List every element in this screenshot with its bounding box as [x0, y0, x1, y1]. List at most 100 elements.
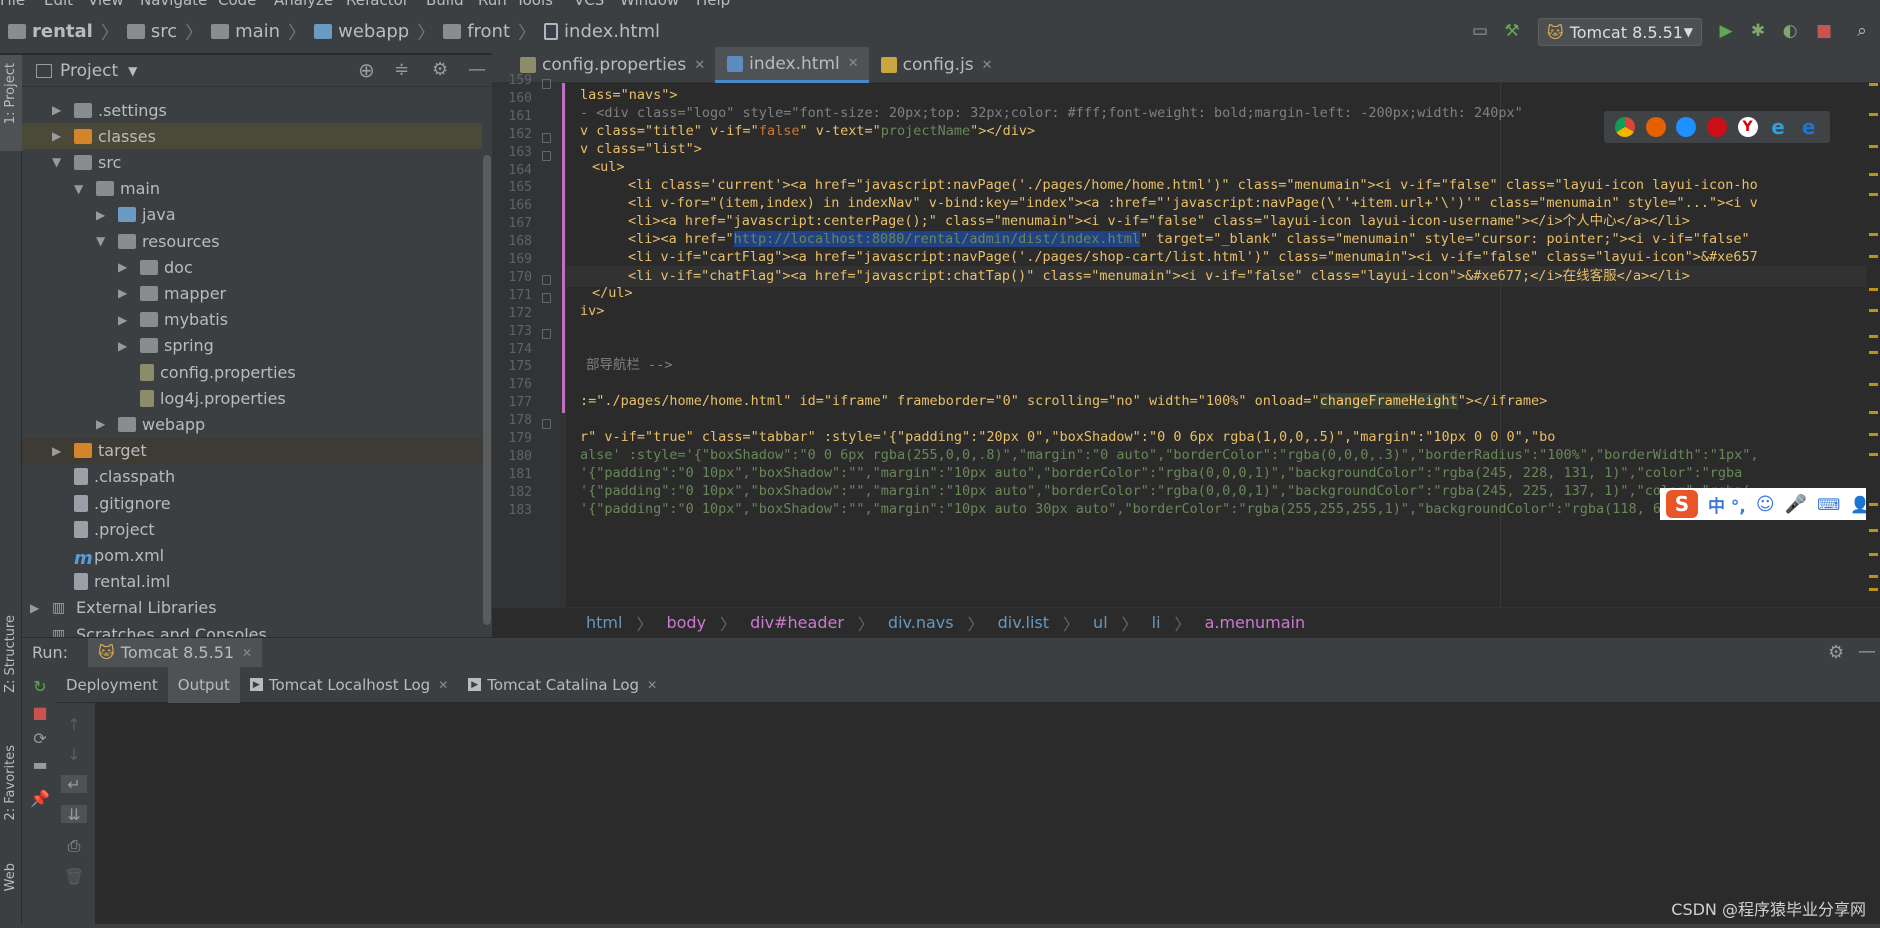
run-config-tab[interactable]: 🐱 Tomcat 8.5.51 ✕ [88, 637, 263, 668]
print-icon[interactable]: ⎙ [65, 836, 83, 855]
edge-icon[interactable]: e [1799, 115, 1819, 139]
warning-marker[interactable] [1869, 309, 1878, 312]
nav-crumb-webapp[interactable]: webapp [338, 21, 409, 42]
tree-item[interactable]: ▶ webapp [22, 411, 482, 437]
html-path-item[interactable]: a.menumain [1205, 613, 1306, 632]
code-editor[interactable]: lass="navs"> - <div class="logo" style="… [566, 83, 1880, 607]
close-icon[interactable]: ✕ [982, 58, 993, 73]
trash-icon[interactable]: 🗑 [64, 867, 84, 886]
warning-marker[interactable] [1869, 383, 1878, 386]
menu-item-run[interactable]: Run [478, 0, 507, 9]
menu-item-view[interactable]: View [88, 0, 124, 9]
scroll-to-end-icon[interactable]: ⇊ [61, 805, 87, 824]
warning-marker[interactable] [1869, 335, 1878, 338]
chevron-down-icon[interactable]: ▼ [128, 64, 137, 78]
search-icon[interactable]: ⌕ [1852, 21, 1872, 41]
warning-marker[interactable] [1869, 411, 1878, 414]
html-path-item[interactable]: li [1152, 613, 1161, 632]
html-path-item[interactable]: div.navs [888, 613, 954, 632]
nav-crumb-front[interactable]: front [467, 21, 510, 42]
rerun-icon[interactable]: ↻ [31, 677, 49, 696]
scrollbar-thumb[interactable] [483, 155, 491, 625]
menu-item-code[interactable]: Code [218, 0, 256, 9]
tree-item[interactable]: ▼ resources [22, 228, 482, 254]
yandex-icon[interactable]: Y [1737, 117, 1758, 137]
tab-output[interactable]: Output [167, 666, 240, 703]
fold-marker-icon[interactable] [542, 79, 551, 89]
tab-config-properties[interactable]: config.properties ✕ [508, 47, 715, 83]
fold-marker-icon[interactable] [542, 419, 551, 429]
warning-marker[interactable] [1869, 83, 1878, 86]
warning-marker[interactable] [1869, 113, 1878, 116]
firefox-icon[interactable] [1645, 117, 1666, 137]
chevron-right-icon[interactable]: ▶ [30, 601, 42, 615]
html-path-item[interactable]: div.list [998, 613, 1049, 632]
error-stripe[interactable] [1866, 83, 1880, 607]
build-hammer-icon[interactable]: ⚒ [1502, 21, 1522, 41]
tree-item[interactable]: ▶ classes [22, 123, 482, 150]
menu-item-build[interactable]: Build [426, 0, 464, 9]
tree-item[interactable]: .classpath [22, 464, 482, 490]
project-panel-title[interactable]: Project [60, 61, 118, 81]
warning-marker[interactable] [1869, 351, 1878, 354]
coverage-icon[interactable]: ◐ [1780, 21, 1800, 41]
chevron-right-icon[interactable]: ▶ [52, 129, 64, 143]
warning-marker[interactable] [1869, 433, 1878, 436]
tree-item[interactable]: ▶ spring [22, 333, 482, 359]
tree-item[interactable]: .gitignore [22, 490, 482, 516]
html-path-item[interactable]: body [666, 613, 706, 632]
tree-item[interactable]: ▶ .settings [22, 97, 482, 123]
warning-marker[interactable] [1869, 145, 1878, 148]
warning-marker[interactable] [1869, 453, 1878, 456]
warning-marker[interactable] [1869, 553, 1878, 556]
stop-icon[interactable]: ■ [31, 703, 49, 722]
close-icon[interactable]: ✕ [694, 58, 705, 73]
update-icon[interactable]: ⟳ [31, 729, 49, 748]
tree-item[interactable]: ▶ mapper [22, 280, 482, 306]
gear-icon[interactable]: ⚙ [432, 59, 448, 80]
microphone-icon[interactable]: 🎤 [1785, 494, 1807, 515]
menu-item-help[interactable]: Help [696, 0, 730, 9]
nav-crumb-file[interactable]: index.html [564, 21, 660, 42]
safari-icon[interactable] [1676, 117, 1697, 137]
nav-crumb-main[interactable]: main [235, 21, 280, 42]
html-path-item[interactable]: ul [1093, 613, 1108, 632]
gear-icon[interactable]: ⚙ [1828, 642, 1844, 663]
tree-item[interactable]: config.properties [22, 359, 482, 385]
warning-marker[interactable] [1869, 173, 1878, 176]
tab-index-html[interactable]: index.html ✕ [715, 47, 869, 83]
web-tool-label[interactable]: Web [3, 863, 18, 891]
ime-mode-label[interactable]: 中 °, [1708, 492, 1746, 517]
fold-marker-icon[interactable] [542, 133, 551, 143]
keyboard-icon[interactable]: ⌨ [1817, 495, 1840, 514]
pin-icon[interactable]: 📌 [30, 789, 50, 808]
collapse-all-icon[interactable]: ≑ [394, 59, 409, 80]
minimize-icon[interactable]: — [1858, 641, 1876, 662]
tree-item[interactable]: rental.iml [22, 569, 482, 595]
selected-url[interactable]: http://localhost:8080/rental/admin/dist/… [733, 231, 1141, 247]
close-icon[interactable]: ✕ [242, 646, 252, 660]
warning-marker[interactable] [1869, 588, 1878, 591]
favorites-tool-label[interactable]: 2: Favorites [3, 745, 18, 821]
tree-item[interactable]: ▶ target [22, 437, 482, 464]
opera-icon[interactable] [1706, 117, 1727, 137]
tree-item[interactable]: m pom.xml [22, 542, 482, 569]
menu-item-tools[interactable]: Tools [516, 0, 553, 9]
menu-item-analyze[interactable]: Analyze [274, 0, 333, 9]
chevron-right-icon[interactable]: ▶ [52, 103, 64, 117]
warning-marker[interactable] [1869, 288, 1878, 291]
menu-item-file[interactable]: File [0, 0, 25, 9]
menu-item-window[interactable]: Window [620, 0, 679, 9]
chevron-right-icon[interactable]: ▶ [118, 286, 130, 300]
structure-tool-label[interactable]: Z: Structure [3, 615, 18, 693]
menu-item-refactor[interactable]: Refactor [346, 0, 409, 9]
run-icon[interactable]: ▶ [1716, 21, 1736, 41]
menu-item-navigate[interactable]: Navigate [140, 0, 207, 9]
fold-marker-icon[interactable] [542, 151, 551, 161]
tree-item[interactable]: ▶ doc [22, 254, 482, 280]
warning-marker[interactable] [1869, 529, 1878, 532]
warning-marker[interactable] [1869, 575, 1878, 578]
locate-icon[interactable]: ⊕ [358, 58, 375, 82]
chevron-right-icon[interactable]: ▶ [118, 339, 130, 353]
tree-item[interactable]: ▼ main [22, 176, 482, 202]
